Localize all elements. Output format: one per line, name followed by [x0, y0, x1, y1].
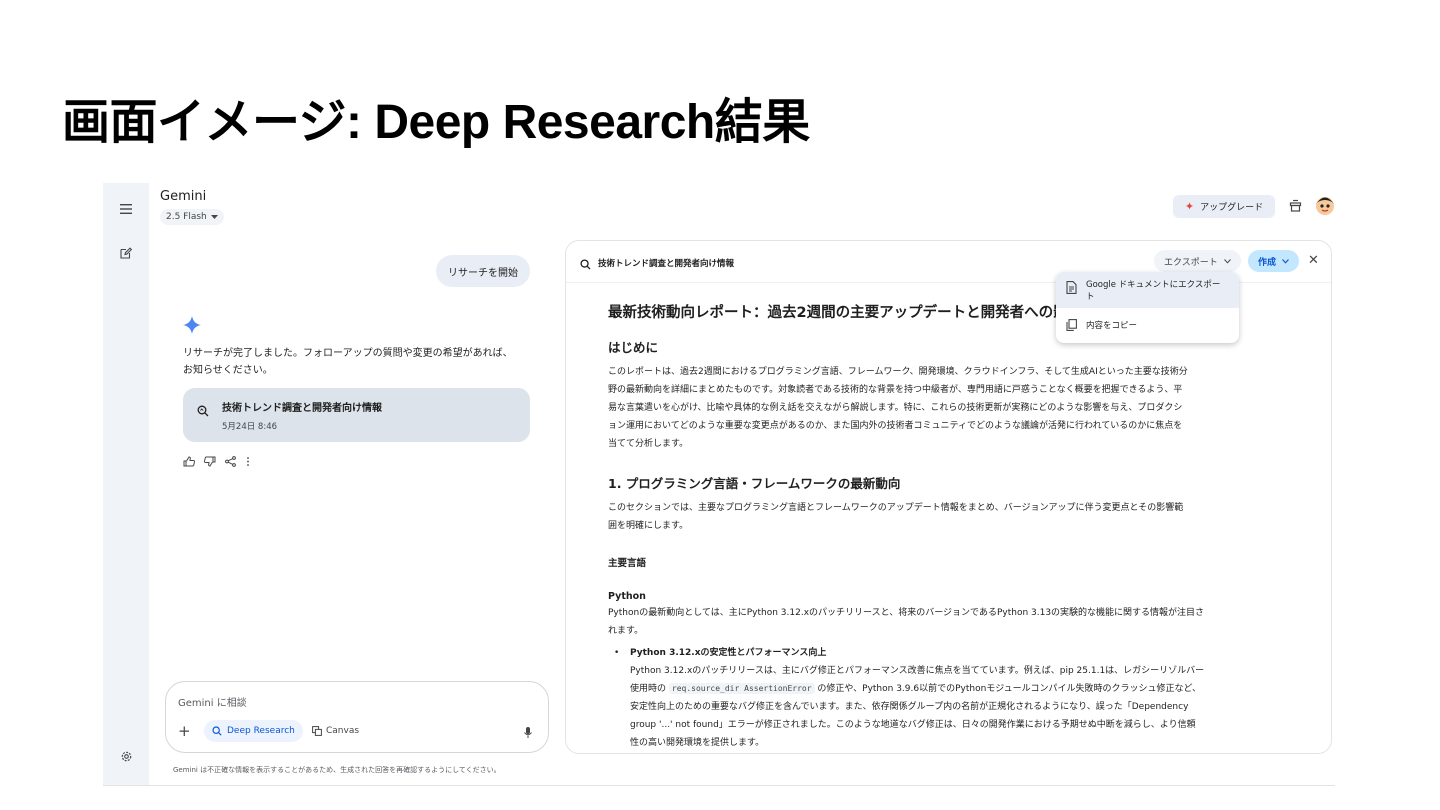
- intro-line: 易な言葉遣いを心がけ、比喩や具体的な例え話を交えながら解説します。特に、これらの…: [608, 403, 1183, 413]
- model-label: 2.5 Flash: [166, 212, 207, 222]
- section1-line: 囲を明確にします。: [608, 521, 689, 531]
- bullet-text: 使用時の: [630, 684, 669, 694]
- canvas-icon: [312, 726, 322, 736]
- gift-button[interactable]: [1289, 197, 1302, 216]
- export-docs-label-2: ト: [1086, 292, 1095, 302]
- document-icon: [1066, 281, 1077, 294]
- section1-paragraph: このセクションでは、主要なプログラミング言語とフレームワークのアップデート情報を…: [608, 499, 1288, 535]
- app-name: Gemini: [160, 189, 207, 204]
- menu-button[interactable]: [114, 197, 138, 221]
- bullet-line: 使用時の req.source_dir AssertionError の修正や、…: [630, 680, 1288, 698]
- prompt-input[interactable]: Gemini に相談: [178, 694, 247, 709]
- create-label: 作成: [1258, 257, 1277, 268]
- edit-icon: [120, 247, 132, 259]
- user-message-bubble: リサーチを開始: [436, 255, 530, 287]
- card-title: 技術トレンド調査と開発者向け情報: [222, 403, 382, 414]
- sparkle-icon: ✦: [1184, 200, 1195, 213]
- deep-research-toggle[interactable]: Deep Research: [204, 720, 303, 742]
- bullet-text: の修正や、Python 3.9.6以前でのPythonモジュールコンパイル失敗時…: [814, 684, 1202, 694]
- section1-heading: 1. プログラミング言語・フレームワークの最新動向: [608, 476, 901, 491]
- export-to-docs-item[interactable]: Google ドキュメントにエクスポー ト: [1056, 272, 1239, 308]
- research-result-card[interactable]: 技術トレンド調査と開発者向け情報 5月24日 8:46: [183, 388, 530, 442]
- list-item: Python 3.12.xの安定性とパフォーマンス向上 Python 3.12.…: [608, 644, 1288, 752]
- reply-line-2: お知らせください。: [183, 365, 273, 376]
- canvas-label: Canvas: [326, 726, 360, 736]
- bullet-line: 安定性向上のための重要なバグ修正を含んでいます。また、依存関係グループ内の名前が…: [630, 702, 1189, 712]
- share-icon[interactable]: [225, 456, 236, 467]
- intro-line: ョン運用においてどのような重要な変更点があるのか、また国内外の技術者コミュニティ…: [608, 421, 1183, 431]
- bullet-line: 性の高い開発環境を提供します。: [630, 738, 765, 748]
- add-icon[interactable]: +: [178, 722, 191, 740]
- deep-research-icon: [212, 726, 222, 736]
- assistant-reply: リサーチが完了しました。フォローアップの質問や変更の希望があれば、 お知らせくだ…: [183, 345, 543, 379]
- caret-down-icon: [210, 214, 218, 219]
- intro-paragraph: このレポートは、過去2週間におけるプログラミング言語、フレームワーク、開発環境、…: [608, 363, 1288, 453]
- user-avatar[interactable]: [1314, 194, 1335, 216]
- chevron-down-icon: [1223, 258, 1231, 264]
- settings-button[interactable]: [114, 744, 138, 768]
- intro-line: 当てて分析します。: [608, 439, 689, 449]
- upgrade-label: アップグレード: [1200, 203, 1264, 213]
- gemini-spark-icon: [183, 316, 201, 338]
- canvas-toggle[interactable]: Canvas: [306, 720, 365, 742]
- copy-icon: [1066, 319, 1077, 331]
- hamburger-icon: [120, 204, 132, 214]
- export-label: エクスポート: [1164, 257, 1218, 268]
- disclaimer-text: Gemini は不正確な情報を表示することがあるため、生成された回答を再確認する…: [173, 766, 501, 774]
- deep-research-label: Deep Research: [227, 726, 295, 736]
- copy-content-item[interactable]: 内容をコピー: [1056, 312, 1239, 338]
- chevron-down-icon: [1282, 258, 1289, 264]
- close-icon[interactable]: ✕: [1308, 253, 1319, 268]
- deep-research-icon: [197, 402, 209, 421]
- side-rail: [103, 183, 149, 785]
- deep-research-icon: [580, 255, 591, 274]
- report-document: 最新技術動向レポート：過去2週間の主要アップデートと開発者への影 はじめに この…: [608, 301, 1288, 752]
- section1-line: このセクションでは、主要なプログラミング言語とフレームワークのアップデート情報を…: [608, 503, 1184, 513]
- thumbs-down-icon[interactable]: [204, 456, 216, 467]
- inline-code: req.source_dir AssertionError: [668, 683, 815, 694]
- avatar-icon: [1316, 197, 1334, 215]
- prompt-input-box[interactable]: Gemini に相談 + Deep Research Canvas: [165, 681, 549, 753]
- feedback-actions: [183, 456, 251, 467]
- user-message-text: リサーチを開始: [448, 267, 518, 279]
- upgrade-button[interactable]: ✦ アップグレード: [1173, 195, 1275, 218]
- languages-heading: 主要言語: [608, 558, 647, 569]
- slide-title: 画面イメージ: Deep Research結果: [62, 96, 810, 149]
- bullet-line: Python 3.12.xのパッチリリースは、主にバグ修正とパフォーマンス改善に…: [630, 666, 1205, 676]
- card-date: 5月24日 8:46: [222, 422, 278, 432]
- export-docs-label-1: Google ドキュメントにエクスポー: [1086, 280, 1221, 290]
- copy-label: 内容をコピー: [1086, 321, 1138, 331]
- microphone-icon[interactable]: [524, 724, 532, 743]
- export-menu: Google ドキュメントにエクスポー ト 内容をコピー: [1056, 272, 1239, 343]
- reply-line-1: リサーチが完了しました。フォローアップの質問や変更の希望があれば、: [183, 348, 513, 359]
- new-chat-button[interactable]: [114, 241, 138, 265]
- python-heading: Python: [608, 591, 646, 602]
- export-button[interactable]: エクスポート: [1154, 250, 1241, 272]
- gemini-app-window: Gemini 2.5 Flash ✦ アップグレード リサーチを開始 リサーチが…: [103, 183, 1335, 786]
- python-line: れます。: [608, 626, 644, 636]
- model-selector[interactable]: 2.5 Flash: [160, 209, 224, 225]
- create-button[interactable]: 作成: [1248, 250, 1300, 272]
- gear-icon: [121, 751, 131, 761]
- intro-line: このレポートは、過去2週間におけるプログラミング言語、フレームワーク、開発環境、…: [608, 367, 1188, 377]
- intro-line: 野の最新動向を詳細にまとめたものです。対象読者である技術的な背景を持つ中級者が、…: [608, 385, 1183, 395]
- panel-title: 技術トレンド調査と開発者向け情報: [598, 259, 735, 269]
- python-line: Pythonの最新動向としては、主にPython 3.12.xのパッチリリースと…: [608, 608, 1205, 618]
- python-paragraph: Pythonの最新動向としては、主にPython 3.12.xのパッチリリースと…: [608, 604, 1288, 640]
- thumbs-up-icon[interactable]: [183, 456, 195, 467]
- bullet-title: Python 3.12.xの安定性とパフォーマンス向上: [630, 648, 827, 658]
- more-vert-icon[interactable]: [245, 456, 251, 467]
- gift-icon: [1289, 199, 1302, 212]
- bullet-line: group '...' not found」エラーが修正されました。このような地…: [630, 720, 1196, 730]
